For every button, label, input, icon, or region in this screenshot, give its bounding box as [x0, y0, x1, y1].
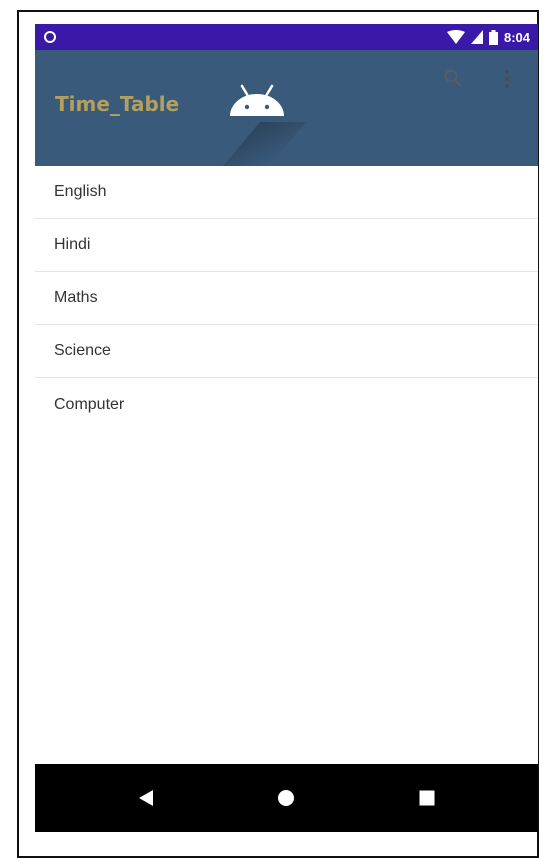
android-logo-icon	[230, 84, 284, 116]
status-icons: 8:04	[446, 28, 530, 46]
app-title: Time_Table	[55, 92, 180, 116]
subject-list: English Hindi Maths Science Computer	[35, 166, 538, 431]
list-item[interactable]: Maths	[35, 272, 538, 325]
notification-circle-icon	[44, 31, 56, 43]
back-icon	[139, 790, 153, 806]
list-item[interactable]: Computer	[35, 378, 538, 431]
home-button[interactable]	[268, 780, 304, 816]
signal-icon	[470, 30, 483, 44]
status-time: 8:04	[503, 29, 530, 45]
more-options-icon[interactable]	[503, 68, 511, 90]
recents-icon	[419, 790, 435, 806]
battery-icon	[488, 29, 498, 45]
home-icon	[278, 790, 294, 806]
app-bar: Time_Table	[35, 50, 538, 166]
recents-button[interactable]	[409, 780, 445, 816]
back-button[interactable]	[128, 780, 164, 816]
phone-screen: 8:04 Time_Table English Hindi Maths Scie…	[35, 24, 538, 832]
list-item[interactable]: Hindi	[35, 219, 538, 272]
list-item[interactable]: English	[35, 166, 538, 219]
navigation-bar	[35, 764, 538, 832]
list-item[interactable]: Science	[35, 325, 538, 378]
logo-shadow	[223, 122, 306, 166]
search-icon[interactable]	[443, 68, 463, 88]
status-bar: 8:04	[35, 24, 538, 50]
wifi-icon	[446, 30, 465, 44]
